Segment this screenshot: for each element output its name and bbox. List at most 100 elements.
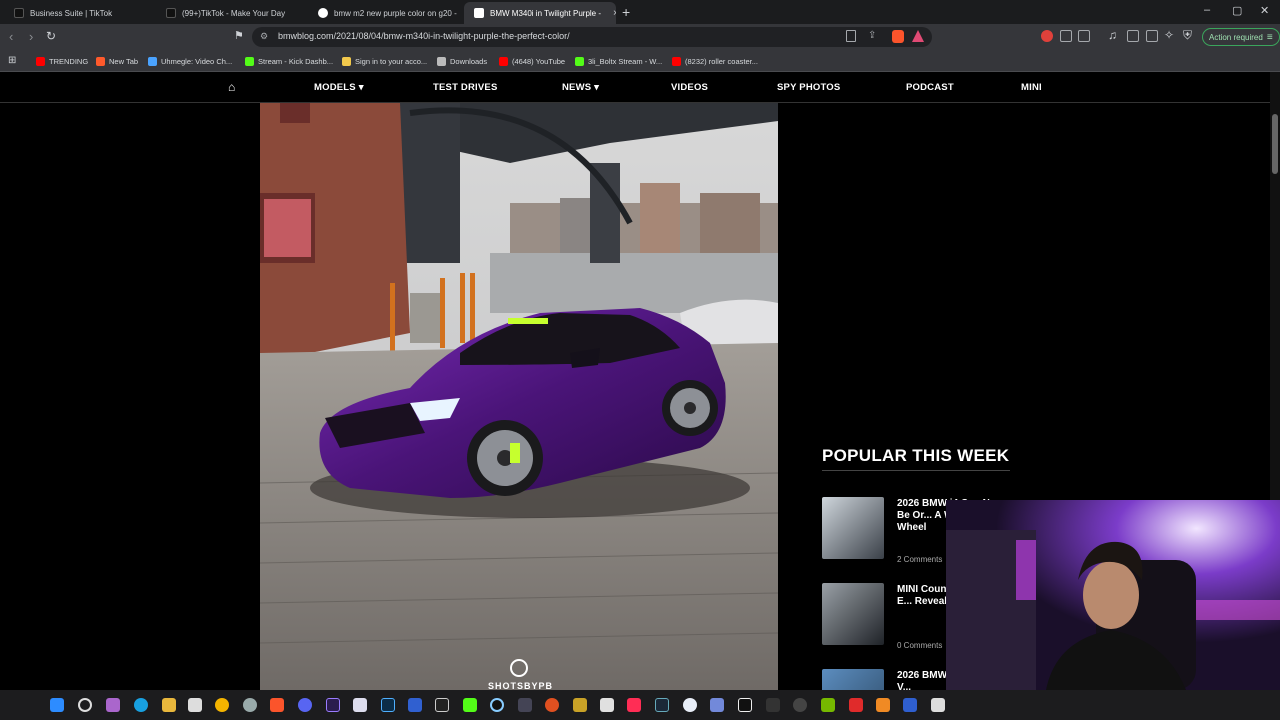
popular-thumb-1[interactable] xyxy=(822,497,884,559)
extensions-icon[interactable] xyxy=(1060,30,1072,42)
obs-icon[interactable] xyxy=(490,698,504,712)
nav-videos[interactable]: VIDEOS xyxy=(671,82,708,93)
file-explorer-icon[interactable] xyxy=(162,698,176,712)
kick-icon[interactable] xyxy=(463,698,477,712)
bookmark-kick-stream[interactable]: 3li_Boltx Stream - W... xyxy=(575,54,662,68)
app-icon[interactable] xyxy=(683,698,697,712)
nav-test-drives[interactable]: TEST DRIVES xyxy=(433,82,498,93)
back-icon[interactable]: ‹ xyxy=(9,29,13,44)
bookmark-uhmegle[interactable]: Uhmegle: Video Ch... xyxy=(148,54,232,68)
app-icon[interactable] xyxy=(435,698,449,712)
notepad-icon[interactable] xyxy=(353,698,367,712)
close-tab-icon[interactable]: × xyxy=(613,8,616,19)
scrollbar-thumb[interactable] xyxy=(1272,114,1278,174)
brave-icon[interactable] xyxy=(270,698,284,712)
url-text[interactable]: bmwblog.com/2021/08/04/bmw-m340i-in-twil… xyxy=(278,31,570,41)
youtube-icon xyxy=(499,56,508,66)
bookmark-kick[interactable]: Stream - Kick Dashb... xyxy=(245,54,333,68)
nav-mini[interactable]: MINI xyxy=(1021,82,1042,93)
app-icon[interactable] xyxy=(710,698,724,712)
reload-icon[interactable]: ↻ xyxy=(46,29,56,43)
popular-thumb-3[interactable] xyxy=(822,669,884,690)
brave-rewards-icon[interactable] xyxy=(912,30,924,42)
copilot-icon[interactable] xyxy=(106,698,120,712)
popular-thumb-2[interactable] xyxy=(822,583,884,645)
tab-label: BMW M340i in Twilight Purple - xyxy=(490,8,601,18)
bookmark-icon[interactable]: ⚑ xyxy=(234,29,244,42)
bookmark-downloads[interactable]: Downloads xyxy=(437,54,487,68)
minimize-icon[interactable]: – xyxy=(1204,4,1210,16)
music-icon[interactable]: ♫ xyxy=(1108,28,1117,42)
bookmarks-bar: ⊞ TRENDING New Tab Uhmegle: Video Ch... … xyxy=(0,50,1280,72)
start-icon[interactable] xyxy=(50,698,64,712)
app-icon[interactable] xyxy=(903,698,917,712)
address-bar[interactable]: ⚙ bmwblog.com/2021/08/04/bmw-m340i-in-tw… xyxy=(252,27,932,47)
nvidia-icon[interactable] xyxy=(821,698,835,712)
article-hero-image[interactable]: SHOTSBYPB xyxy=(260,103,778,690)
action-required-label: Action required xyxy=(1209,32,1263,42)
app-icon[interactable] xyxy=(545,698,559,712)
apps-grid-icon[interactable]: ⊞ xyxy=(8,55,16,66)
site-nav: ⌂ MODELS ▾ TEST DRIVES NEWS ▾ VIDEOS SPY… xyxy=(0,72,1270,103)
tab-google-search[interactable]: bmw m2 new purple color on g20 - xyxy=(308,2,460,24)
action-required-button[interactable]: Action required ≡ xyxy=(1202,28,1280,46)
nav-spy-photos[interactable]: SPY PHOTOS xyxy=(777,82,840,93)
wallet-icon[interactable] xyxy=(1146,30,1158,42)
new-tab-icon[interactable]: + xyxy=(622,4,630,20)
bookmark-new-tab[interactable]: New Tab xyxy=(96,54,138,68)
nav-models[interactable]: MODELS ▾ xyxy=(314,82,364,93)
tab-business-suite[interactable]: Business Suite | TikTok xyxy=(4,2,154,24)
record-extension-icon[interactable] xyxy=(1041,30,1053,42)
vpn-icon[interactable]: ⛨ xyxy=(1183,28,1192,43)
app-icon[interactable] xyxy=(600,698,614,712)
lightroom-icon[interactable] xyxy=(381,698,395,712)
chevron-down-icon: ▾ xyxy=(594,82,600,93)
sidebar-icon[interactable] xyxy=(1127,30,1139,42)
home-icon[interactable]: ⌂ xyxy=(228,80,235,94)
site-info-icon[interactable]: ⚙ xyxy=(260,31,268,42)
brave-shields-icon[interactable] xyxy=(892,30,904,43)
popular-comments-1[interactable]: 2 Comments xyxy=(897,555,942,564)
tab-tiktok[interactable]: (99+)TikTok - Make Your Day xyxy=(156,2,306,24)
bookmark-label: 3li_Boltx Stream - W... xyxy=(588,56,663,66)
discord-icon[interactable] xyxy=(298,698,312,712)
tiktok-icon[interactable] xyxy=(738,698,752,712)
search-icon[interactable] xyxy=(78,698,92,712)
nav-news[interactable]: NEWS ▾ xyxy=(562,82,599,93)
settings-icon[interactable] xyxy=(243,698,257,712)
bookmark-trending[interactable]: TRENDING xyxy=(36,54,88,68)
leo-ai-icon[interactable]: ✧ xyxy=(1164,28,1174,42)
reader-mode-icon[interactable] xyxy=(846,30,856,42)
bookmark-youtube[interactable]: (4648) YouTube xyxy=(499,54,565,68)
steam-icon[interactable] xyxy=(655,698,669,712)
chrome-icon[interactable] xyxy=(215,698,229,712)
tiktok-icon[interactable] xyxy=(627,698,641,712)
premiere-icon[interactable] xyxy=(326,698,340,712)
share-icon[interactable]: ⇪ xyxy=(868,30,876,41)
store-icon[interactable] xyxy=(188,698,202,712)
google-icon xyxy=(318,8,328,18)
close-window-icon[interactable]: ✕ xyxy=(1260,4,1269,17)
app-icon[interactable] xyxy=(518,698,532,712)
app-icon[interactable] xyxy=(931,698,945,712)
restore-icon[interactable]: ▢ xyxy=(1232,4,1242,17)
bookmark-sign-in[interactable]: Sign in to your acco... xyxy=(342,54,427,68)
app-icon[interactable] xyxy=(793,698,807,712)
bookmark-label: TRENDING xyxy=(49,56,89,66)
app-icon[interactable] xyxy=(876,698,890,712)
app-icon[interactable] xyxy=(766,698,780,712)
app-icon[interactable] xyxy=(573,698,587,712)
nav-models-label: MODELS xyxy=(314,82,356,93)
bookmark-roller-coaster[interactable]: (8232) roller coaster... xyxy=(672,54,758,68)
popular-comments-2[interactable]: 0 Comments xyxy=(897,641,942,650)
tab-groups-icon[interactable] xyxy=(1078,30,1090,42)
edge-icon[interactable] xyxy=(134,698,148,712)
app-icon[interactable] xyxy=(408,698,422,712)
popular-this-week-title: POPULAR THIS WEEK xyxy=(822,446,1010,465)
toolbar: ‹ › ↻ ⚑ ⚙ bmwblog.com/2021/08/04/bmw-m34… xyxy=(0,24,1280,50)
nav-podcast[interactable]: PODCAST xyxy=(906,82,954,93)
tab-bmwblog[interactable]: BMW M340i in Twilight Purple - × xyxy=(464,2,616,24)
app-icon[interactable] xyxy=(849,698,863,712)
forward-icon[interactable]: › xyxy=(29,29,33,44)
tiktok-icon xyxy=(166,8,176,18)
